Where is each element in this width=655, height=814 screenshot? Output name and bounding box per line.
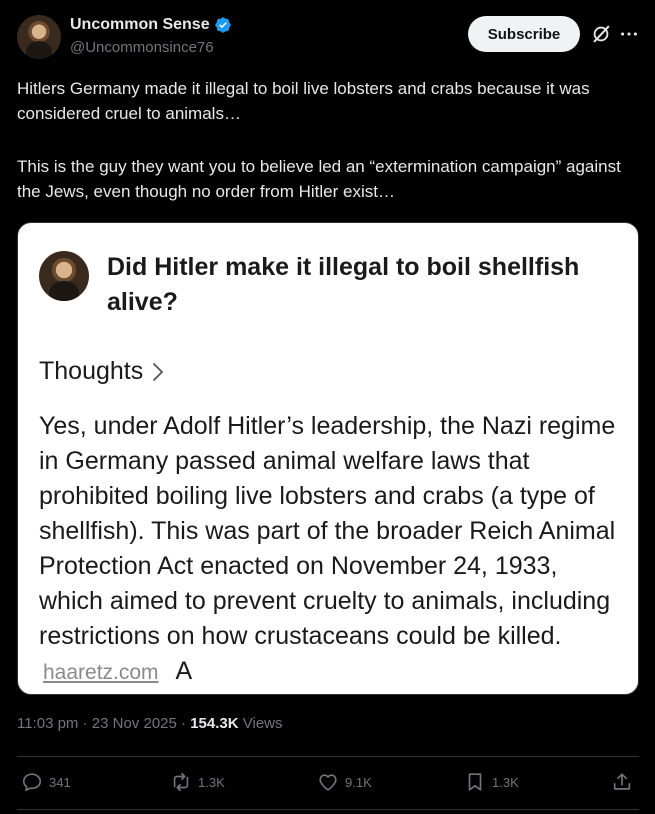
tweet-time[interactable]: 11:03 pm bbox=[17, 715, 78, 732]
verified-badge-icon bbox=[214, 17, 231, 33]
meta-separator: · bbox=[82, 715, 92, 732]
tweet-header: Uncommon Sense @Uncommonsince76 Subscrib… bbox=[17, 14, 639, 60]
repost-count: 1.3K bbox=[198, 774, 225, 790]
share-button[interactable] bbox=[611, 767, 633, 797]
tweet-paragraph-2: This is the guy they want you to believe… bbox=[17, 157, 621, 201]
meta-separator: · bbox=[181, 715, 191, 732]
author-avatar[interactable] bbox=[17, 15, 61, 59]
tweet-date[interactable]: 23 Nov 2025 bbox=[92, 715, 177, 732]
card-answer-text: Yes, under Adolf Hitler’s leadership, th… bbox=[39, 412, 616, 650]
bookmark-icon bbox=[468, 773, 482, 791]
tweet-text: Hitlers Germany made it illegal to boil … bbox=[17, 76, 639, 232]
reply-button[interactable]: 341 bbox=[21, 767, 71, 797]
repost-icon bbox=[173, 772, 189, 792]
action-bar: 341 1.3K 9.1K 1.3K bbox=[17, 767, 639, 797]
media-image-card[interactable]: Did Hitler make it illegal to boil shell… bbox=[17, 222, 639, 695]
more-icon[interactable] bbox=[618, 23, 640, 45]
views-label: Views bbox=[242, 715, 283, 732]
heart-icon bbox=[319, 774, 337, 791]
source-link: haaretz.com bbox=[43, 661, 159, 684]
bookmark-count: 1.3K bbox=[492, 774, 519, 790]
divider bbox=[17, 809, 639, 810]
thoughts-label: Thoughts bbox=[39, 357, 144, 385]
author-handle[interactable]: @Uncommonsince76 bbox=[70, 39, 214, 56]
views-count: 154.3K bbox=[190, 715, 239, 732]
like-button[interactable]: 9.1K bbox=[317, 767, 372, 797]
author-name-row: Uncommon Sense bbox=[70, 16, 232, 34]
card-answer-trailing: A bbox=[175, 657, 193, 685]
repost-button[interactable]: 1.3K bbox=[170, 767, 225, 797]
card-answer: Yes, under Adolf Hitler’s leadership, th… bbox=[39, 409, 624, 690]
grok-icon[interactable] bbox=[590, 23, 612, 45]
reply-icon bbox=[22, 773, 42, 792]
bookmark-button[interactable]: 1.3K bbox=[464, 767, 519, 797]
subscribe-button[interactable]: Subscribe bbox=[468, 16, 580, 52]
tweet-meta: 11:03 pm · 23 Nov 2025 · 154.3K Views bbox=[17, 715, 283, 732]
thoughts-row: Thoughts bbox=[39, 357, 167, 386]
like-count: 9.1K bbox=[345, 774, 372, 790]
card-avatar bbox=[39, 251, 89, 301]
share-icon bbox=[613, 773, 631, 790]
divider bbox=[17, 756, 639, 757]
author-display-name[interactable]: Uncommon Sense bbox=[70, 16, 210, 34]
card-question: Did Hitler make it illegal to boil shell… bbox=[107, 253, 580, 316]
chevron-right-icon bbox=[153, 362, 164, 381]
reply-count: 341 bbox=[49, 774, 71, 790]
tweet-paragraph-1: Hitlers Germany made it illegal to boil … bbox=[17, 79, 590, 123]
